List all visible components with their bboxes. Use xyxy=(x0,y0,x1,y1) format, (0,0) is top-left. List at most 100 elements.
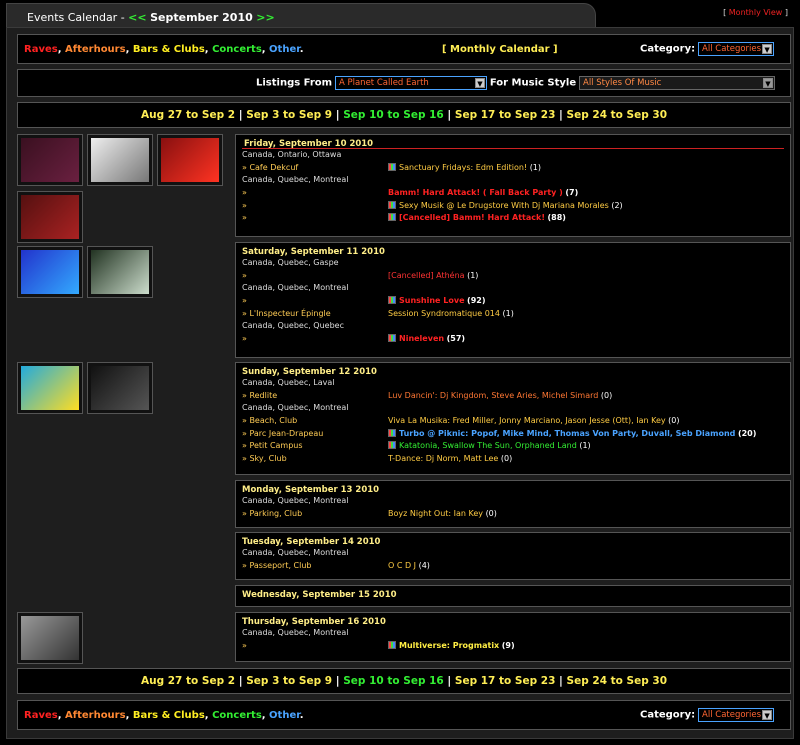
venue-link[interactable]: » xyxy=(242,212,247,225)
monthly-calendar-link[interactable]: [ Monthly Calendar ] xyxy=(442,44,558,55)
flyer-grid-icon[interactable] xyxy=(388,213,396,222)
venue-link[interactable]: » Parc Jean-Drapeau xyxy=(242,428,323,441)
sep: , xyxy=(261,710,270,721)
event-title-link[interactable]: [Cancelled] Athéna xyxy=(388,271,465,280)
week-link-2[interactable]: Sep 3 to Sep 9 xyxy=(246,109,332,121)
event-title-link[interactable]: Katatonia, Swallow The Sun, Orphaned Lan… xyxy=(399,441,577,450)
venue-link[interactable]: » xyxy=(242,187,247,200)
location-label: Canada, Quebec, Montreal xyxy=(242,628,349,637)
flyer-grid-icon[interactable] xyxy=(388,334,396,343)
event-entry: Katatonia, Swallow The Sun, Orphaned Lan… xyxy=(388,440,591,453)
venue-link[interactable]: » Cafe Dekcuf xyxy=(242,162,298,175)
week-link-1[interactable]: Aug 27 to Sep 2 xyxy=(141,109,235,121)
event-title-link[interactable]: Multiverse: Progmatix xyxy=(399,641,499,650)
day-saturday: Saturday, September 11 2010 Canada, Queb… xyxy=(235,242,791,358)
flyer-image xyxy=(21,250,79,294)
event-title-link[interactable]: Luv Dancin': Dj Kingdom, Steve Aries, Mi… xyxy=(388,391,598,400)
prev-month-link[interactable]: << xyxy=(128,11,146,24)
event-title-link[interactable]: Boyz Night Out: Ian Key xyxy=(388,509,483,518)
week-link-5[interactable]: Sep 24 to Sep 30 xyxy=(567,109,667,121)
event-count: (57) xyxy=(446,334,466,344)
location-label: Canada, Quebec, Montreal xyxy=(242,175,349,185)
week-link-1[interactable]: Aug 27 to Sep 2 xyxy=(141,675,235,687)
event-title-link[interactable]: Nineleven xyxy=(399,334,444,343)
flyer-white-figure-thumb[interactable] xyxy=(87,134,153,186)
venue-link[interactable]: » xyxy=(242,333,247,346)
week-nav-bottom: Aug 27 to Sep 2 | Sep 3 to Sep 9 | Sep 1… xyxy=(17,668,791,694)
flyer-turbo-piknic-thumb[interactable] xyxy=(17,362,83,414)
listings-select[interactable]: A Planet Called Earth ▼ xyxy=(334,76,487,90)
venue-link[interactable]: » Redlite xyxy=(242,390,277,403)
category-concerts-link[interactable]: Concerts xyxy=(212,710,262,721)
venue-link[interactable]: » Passeport, Club xyxy=(242,560,312,573)
music-style-select[interactable]: All Styles Of Music ▼ xyxy=(579,76,775,90)
event-title-link[interactable]: Viva La Musika: Fred Miller, Jonny Marci… xyxy=(388,416,666,425)
venue-link[interactable]: » xyxy=(242,200,247,213)
event-title-link[interactable]: Session Syndromatique 014 xyxy=(388,309,500,318)
venue-link[interactable]: » Sky, Club xyxy=(242,453,287,466)
flyer-katatonia-thumb[interactable] xyxy=(87,362,153,414)
period: . xyxy=(299,44,304,55)
event-title-link[interactable]: Sanctuary Fridays: Edm Edition! xyxy=(399,163,527,172)
category-raves-link[interactable]: Raves xyxy=(24,44,58,55)
flyer-grid-icon[interactable] xyxy=(388,640,396,649)
week-link-current[interactable]: Sep 10 to Sep 16 xyxy=(343,109,443,121)
week-link-current[interactable]: Sep 10 to Sep 16 xyxy=(343,675,443,687)
week-sep: | xyxy=(443,675,455,687)
flyer-sunshine-love-thumb[interactable] xyxy=(17,246,83,298)
category-raves-link[interactable]: Raves xyxy=(24,710,58,721)
location-label: Canada, Quebec, Gaspe xyxy=(242,258,339,267)
venue-link[interactable]: » L'Inspecteur Épingle xyxy=(242,308,331,321)
category-afterhours-link[interactable]: Afterhours xyxy=(65,44,126,55)
flyer-grid-icon[interactable] xyxy=(388,441,396,450)
week-link-4[interactable]: Sep 17 to Sep 23 xyxy=(455,675,555,687)
flyer-grid-icon[interactable] xyxy=(388,428,396,437)
venue-link[interactable]: » xyxy=(242,640,247,653)
flyer-grid-icon[interactable] xyxy=(388,296,396,305)
event-title-link[interactable]: Sunshine Love xyxy=(399,296,465,305)
venue-link[interactable]: » xyxy=(242,270,247,283)
category-other-link[interactable]: Other xyxy=(269,44,300,55)
venue-link[interactable]: » Petit Campus xyxy=(242,440,303,453)
event-title-link[interactable]: Turbo @ Piknic: Popof, Mike Mind, Thomas… xyxy=(399,429,735,438)
week-link-5[interactable]: Sep 24 to Sep 30 xyxy=(567,675,667,687)
flyer-bamm-thumb[interactable] xyxy=(157,134,223,186)
event-title-link[interactable]: [Cancelled] Bamm! Hard Attack! xyxy=(399,213,545,222)
title-prefix: Events Calendar - xyxy=(27,11,129,24)
event-title-link[interactable]: Sexy Musik @ Le Drugstore With Dj Marian… xyxy=(399,201,609,210)
event-entry: Nineleven (57) xyxy=(388,333,465,346)
next-month-link[interactable]: >> xyxy=(256,11,274,24)
location-label: Canada, Quebec, Montreal xyxy=(242,548,349,557)
venue-link[interactable]: » xyxy=(242,295,247,308)
category-other-link[interactable]: Other xyxy=(269,710,300,721)
week-link-4[interactable]: Sep 17 to Sep 23 xyxy=(455,109,555,121)
venue-link[interactable]: » Beach, Club xyxy=(242,415,297,428)
flyer-grid-icon[interactable] xyxy=(388,162,396,171)
flyer-grid-icon[interactable] xyxy=(388,200,396,209)
week-link-2[interactable]: Sep 3 to Sep 9 xyxy=(246,675,332,687)
category-afterhours-link[interactable]: Afterhours xyxy=(65,710,126,721)
week-sep: | xyxy=(443,109,455,121)
flyer-progmatix-thumb[interactable] xyxy=(17,612,83,664)
category-select-top[interactable]: All Categories ▼ xyxy=(698,42,775,56)
location-row: Canada, Quebec, Montreal xyxy=(236,282,790,295)
location-label: Canada, Ontario, Ottawa xyxy=(242,150,342,159)
category-select-bottom[interactable]: All Categories ▼ xyxy=(698,708,775,722)
day-sunday: Sunday, September 12 2010 Canada, Quebec… xyxy=(235,362,791,475)
event-title-link[interactable]: Bamm! Hard Attack! ( Fall Back Party ) xyxy=(388,188,563,197)
flyer-red-party-thumb[interactable] xyxy=(17,191,83,243)
category-bars-link[interactable]: Bars & Clubs xyxy=(133,44,205,55)
monthly-view-link[interactable]: Monthly View xyxy=(729,8,783,17)
event-count: (1) xyxy=(579,441,591,451)
header-tab-bar: Events Calendar - << September 2010 >> [… xyxy=(0,0,800,28)
day-friday: Friday, September 10 2010 Canada, Ontari… xyxy=(235,134,791,237)
category-bars-link[interactable]: Bars & Clubs xyxy=(133,710,205,721)
flyer-ceremonial-thumb[interactable] xyxy=(17,134,83,186)
event-row: » Parking, Club Boyz Night Out: Ian Key (… xyxy=(236,508,790,521)
sep: , xyxy=(57,710,65,721)
event-title-link[interactable]: T-Dance: Dj Norm, Matt Lee xyxy=(388,454,498,463)
flyer-nineleven-thumb[interactable] xyxy=(87,246,153,298)
category-concerts-link[interactable]: Concerts xyxy=(212,44,262,55)
event-title-link[interactable]: O C D J xyxy=(388,561,416,570)
venue-link[interactable]: » Parking, Club xyxy=(242,508,302,521)
